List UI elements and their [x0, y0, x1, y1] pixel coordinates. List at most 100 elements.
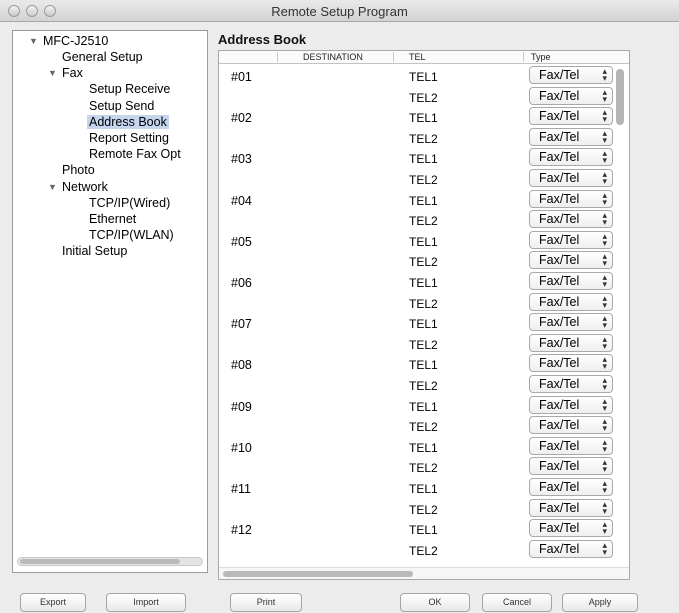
type-select[interactable]: Fax/Tel ▴ ▾ — [529, 416, 613, 435]
cancel-button[interactable]: Cancel — [482, 593, 552, 612]
entry-number: #02 — [231, 111, 252, 126]
entry-number: #10 — [231, 440, 252, 455]
type-select[interactable]: Fax/Tel ▴ ▾ — [529, 498, 613, 517]
disclosure-triangle-icon[interactable]: ▼ — [48, 179, 57, 195]
tree-item[interactable]: TCP/IP(Wired) — [89, 195, 170, 211]
type-select[interactable]: Fax/Tel ▴ ▾ — [529, 251, 613, 270]
table-header: DESTINATION TEL Type — [219, 51, 629, 64]
disclosure-triangle-icon[interactable]: ▼ — [29, 33, 38, 49]
type-select[interactable]: Fax/Tel ▴ ▾ — [529, 210, 613, 229]
type-select[interactable]: Fax/Tel ▴ ▾ — [529, 66, 613, 84]
type-select-value: Fax/Tel — [539, 521, 580, 536]
entry-number: #11 — [231, 482, 251, 496]
entry-number: #06 — [231, 276, 252, 290]
up-down-arrows-icon: ▴ ▾ — [602, 457, 607, 475]
type-select[interactable]: Fax/Tel ▴ ▾ — [529, 478, 613, 496]
up-down-arrows-icon: ▴ ▾ — [602, 127, 607, 145]
up-down-arrows-icon: ▴ ▾ — [602, 313, 607, 331]
tel-label: TEL1 — [409, 152, 438, 167]
type-select[interactable]: Fax/Tel ▴ ▾ — [529, 86, 613, 105]
tree-item-label: Network — [62, 179, 108, 194]
up-down-arrows-icon: ▴ ▾ — [602, 375, 607, 392]
tree-item[interactable]: Ethernet — [89, 211, 136, 227]
up-down-arrows-icon: ▴ ▾ — [602, 66, 607, 83]
tree-item[interactable]: ▼ Fax — [48, 65, 83, 81]
tree-item[interactable]: TCP/IP(WLAN) — [89, 227, 174, 243]
entry-number: #03 — [231, 152, 252, 167]
tel-label: TEL2 — [409, 543, 438, 558]
up-down-arrows-icon: ▴ ▾ — [602, 354, 607, 372]
tree-item[interactable]: Setup Send — [89, 98, 154, 114]
tree-item[interactable]: Setup Receive — [89, 81, 170, 97]
up-down-arrows-icon: ▴ ▾ — [602, 189, 607, 207]
type-select-value: Fax/Tel — [539, 335, 580, 350]
up-down-arrows-icon: ▴ ▾ — [602, 169, 607, 186]
type-select[interactable]: Fax/Tel ▴ ▾ — [529, 313, 613, 332]
type-select-value: Fax/Tel — [539, 129, 580, 144]
type-select[interactable]: Fax/Tel ▴ ▾ — [529, 292, 613, 311]
import-button[interactable]: Import — [106, 593, 186, 612]
address-book-table: DESTINATION TEL Type #01 TEL1 Fax/Tel ▴ ▾ TEL… — [218, 50, 630, 580]
column-header-type[interactable]: Type — [531, 52, 551, 62]
column-separator — [277, 52, 278, 62]
disclosure-triangle-icon[interactable]: ▼ — [48, 65, 57, 81]
tree-item[interactable]: Report Setting — [89, 130, 169, 146]
type-select[interactable]: Fax/Tel ▴ ▾ — [529, 189, 613, 208]
type-select[interactable]: Fax/Tel ▴ ▾ — [529, 107, 613, 126]
type-select[interactable]: Fax/Tel ▴ ▾ — [529, 148, 613, 167]
up-down-arrows-icon: ▴ ▾ — [602, 395, 607, 413]
type-select[interactable]: Fax/Tel ▴ ▾ — [529, 169, 613, 187]
tel-label: TEL2 — [409, 337, 438, 352]
tel-label: TEL2 — [409, 255, 438, 270]
type-select[interactable]: Fax/Tel ▴ ▾ — [529, 127, 613, 146]
column-header-destination[interactable]: DESTINATION — [303, 52, 363, 62]
up-down-arrows-icon: ▴ ▾ — [602, 498, 607, 516]
type-select[interactable]: Fax/Tel ▴ ▾ — [529, 230, 613, 249]
tree-item-label: Ethernet — [89, 212, 137, 226]
tree-item-label: Photo — [62, 163, 95, 178]
tree-item[interactable]: General Setup — [62, 49, 143, 65]
tree-item[interactable]: Photo — [62, 162, 95, 178]
tel-label: TEL1 — [409, 317, 438, 332]
type-select[interactable]: Fax/Tel ▴ ▾ — [529, 333, 613, 352]
ok-button[interactable]: OK — [400, 593, 470, 612]
print-button[interactable]: Print — [230, 593, 302, 612]
type-select[interactable]: Fax/Tel ▴ ▾ — [529, 395, 613, 414]
export-button[interactable]: Export — [20, 593, 86, 612]
table-horizontal-scrollbar[interactable] — [219, 567, 629, 579]
apply-button[interactable]: Apply — [562, 593, 638, 612]
table-scroll-thumb[interactable] — [223, 571, 413, 577]
type-select[interactable]: Fax/Tel ▴ ▾ — [529, 375, 613, 393]
type-select-value: Fax/Tel — [539, 88, 580, 103]
remote-setup-window: Remote Setup Program ▼ MFC-J2510 General… — [0, 0, 679, 613]
tel-label: TEL2 — [409, 461, 438, 476]
tree-scroll-thumb[interactable] — [20, 559, 180, 564]
up-down-arrows-icon: ▴ ▾ — [602, 292, 607, 310]
tel-label: TEL1 — [409, 193, 438, 208]
up-down-arrows-icon: ▴ ▾ — [602, 436, 607, 454]
up-down-arrows-icon: ▴ ▾ — [602, 478, 607, 495]
type-select[interactable]: Fax/Tel ▴ ▾ — [529, 539, 613, 558]
tree-item[interactable]: ▼ Network — [48, 179, 108, 195]
type-select[interactable]: Fax/Tel ▴ ▾ — [529, 436, 613, 455]
entry-number: #08 — [231, 358, 252, 373]
tel-label: TEL1 — [409, 358, 438, 373]
tel-label: TEL1 — [409, 70, 438, 84]
type-select-value: Fax/Tel — [539, 418, 580, 433]
type-select[interactable]: Fax/Tel ▴ ▾ — [529, 519, 613, 538]
column-header-tel[interactable]: TEL — [409, 52, 426, 62]
type-select[interactable]: Fax/Tel ▴ ▾ — [529, 354, 613, 373]
tree-item[interactable]: Remote Fax Opt — [89, 146, 181, 162]
tree-horizontal-scrollbar[interactable] — [17, 557, 203, 566]
type-select-value: Fax/Tel — [539, 459, 580, 474]
entry-number: #09 — [231, 399, 252, 414]
title-bar[interactable]: Remote Setup Program — [0, 0, 679, 22]
type-select[interactable]: Fax/Tel ▴ ▾ — [529, 457, 613, 476]
tree-item[interactable]: Initial Setup — [62, 243, 127, 259]
type-select[interactable]: Fax/Tel ▴ ▾ — [529, 272, 613, 290]
tree-item[interactable]: Address Book — [87, 114, 169, 130]
table-vertical-scroll-thumb[interactable] — [616, 69, 624, 125]
tree-root[interactable]: ▼ MFC-J2510 — [29, 33, 108, 49]
type-select-value: Fax/Tel — [539, 377, 580, 391]
up-down-arrows-icon: ▴ ▾ — [602, 86, 607, 104]
